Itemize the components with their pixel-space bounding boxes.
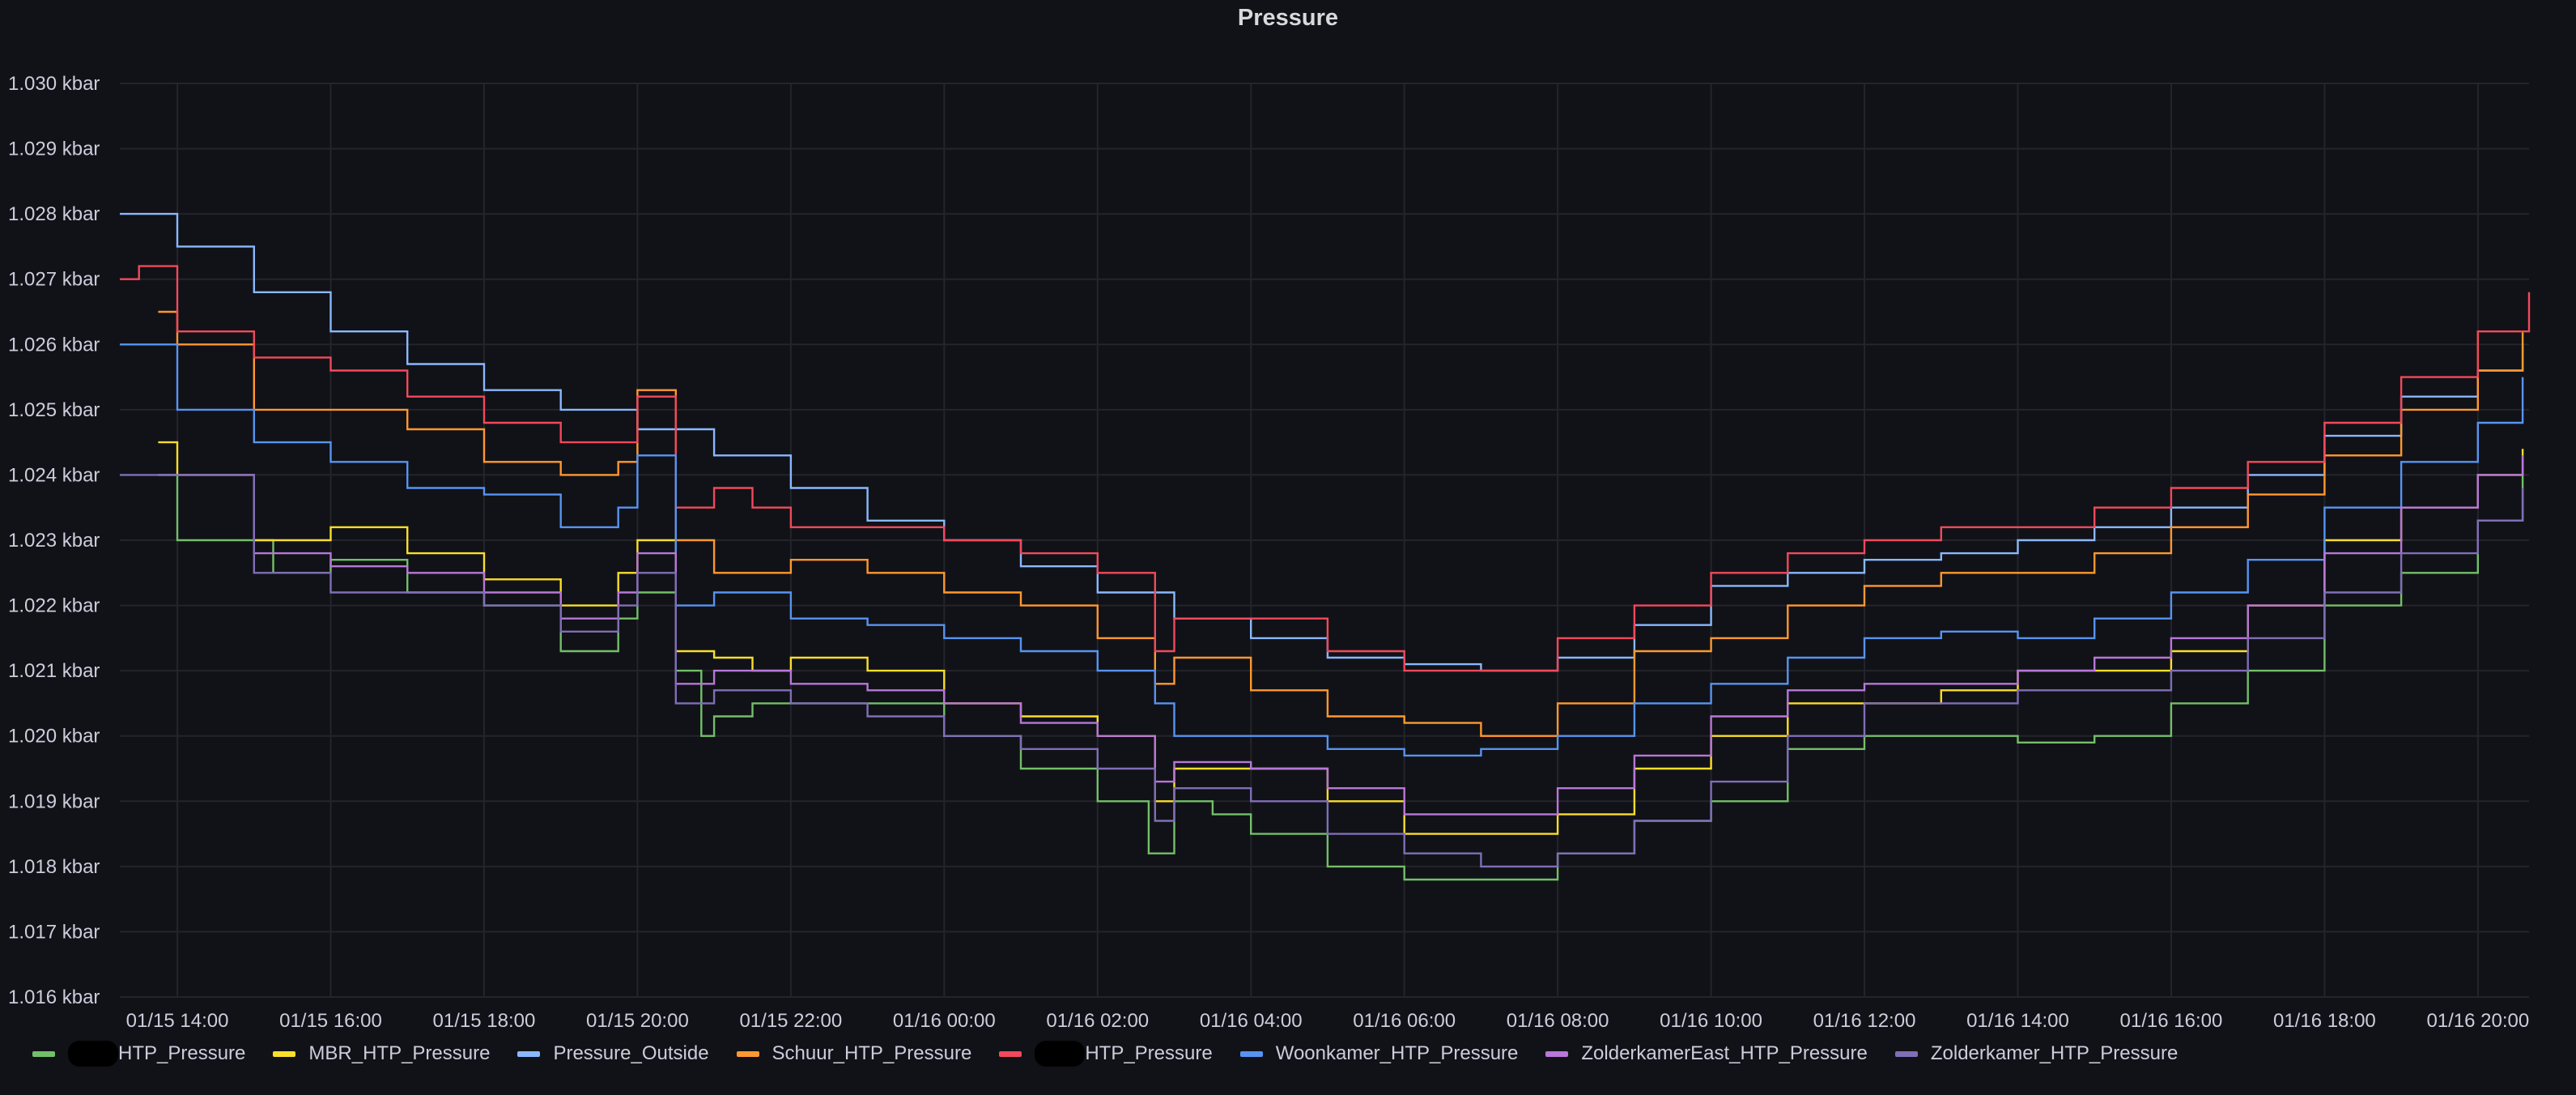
x-tick-label: 01/16 06:00	[1353, 1010, 1456, 1032]
x-tick-label: 01/15 16:00	[279, 1010, 382, 1032]
legend-swatch	[736, 1050, 759, 1057]
x-tick-label: 01/15 20:00	[586, 1010, 689, 1032]
legend-item[interactable]: Woonkamer_HTP_Pressure	[1239, 1042, 1519, 1065]
legend-swatch	[517, 1050, 541, 1057]
y-tick-label: 1.029 kbar	[8, 138, 100, 160]
y-tick-label: 1.026 kbar	[8, 334, 100, 356]
x-tick-label: 01/15 14:00	[126, 1010, 229, 1032]
legend-label: HTP_Pressure	[1085, 1042, 1213, 1064]
series-line-5[interactable]	[120, 343, 2524, 757]
legend-swatch	[999, 1050, 1022, 1057]
y-tick-label: 1.023 kbar	[8, 530, 100, 552]
legend-item[interactable]: HTP_Pressure	[999, 1041, 1213, 1067]
y-axis-ticks: 1.016 kbar 1.017 kbar 1.018 kbar 1.019 kbar…	[8, 73, 100, 1008]
legend-item[interactable]: ZolderkamerEast_HTP_Pressure	[1545, 1042, 1868, 1065]
series-line-2[interactable]	[120, 212, 2524, 672]
legend-label: Zolderkamer_HTP_Pressure	[1930, 1042, 2179, 1064]
series-line-3[interactable]	[158, 310, 2524, 737]
legend: HTP_Pressure MBR_HTP_Pressure Pressure_Out…	[32, 1039, 2205, 1068]
legend-label: HTP_Pressure	[118, 1042, 246, 1064]
legend-item[interactable]: MBR_HTP_Pressure	[273, 1042, 490, 1065]
y-tick-label: 1.027 kbar	[8, 269, 100, 291]
series-lines	[120, 212, 2531, 881]
legend-swatch	[1894, 1050, 1918, 1057]
legend-item[interactable]: Zolderkamer_HTP_Pressure	[1894, 1042, 2179, 1065]
legend-swatch	[273, 1050, 296, 1057]
x-tick-label: 01/16 08:00	[1507, 1010, 1609, 1032]
x-tick-label: 01/16 10:00	[1660, 1010, 1762, 1032]
y-tick-label: 1.020 kbar	[8, 726, 100, 748]
y-tick-label: 1.019 kbar	[8, 790, 100, 812]
legend-item[interactable]: Pressure_Outside	[517, 1042, 709, 1065]
x-tick-label: 01/16 00:00	[893, 1010, 996, 1032]
y-tick-label: 1.028 kbar	[8, 203, 100, 225]
pressure-panel: Pressure 1.016 kbar 1.017 kbar 1.018 kbar 1…	[0, 0, 2576, 1095]
legend-label: ZolderkamerEast_HTP_Pressure	[1581, 1042, 1868, 1064]
y-tick-label: 1.025 kbar	[8, 399, 100, 421]
y-tick-label: 1.022 kbar	[8, 595, 100, 617]
series-line-0[interactable]	[158, 474, 2524, 881]
legend-swatch	[1239, 1050, 1263, 1057]
series-line-1[interactable]	[158, 441, 2524, 835]
x-tick-label: 01/16 14:00	[1966, 1010, 2069, 1032]
legend-label: Pressure_Outside	[553, 1042, 709, 1064]
redacted-label-part	[1035, 1041, 1086, 1067]
x-tick-label: 01/16 04:00	[1200, 1010, 1303, 1032]
legend-item[interactable]: Schuur_HTP_Pressure	[736, 1042, 972, 1065]
x-tick-label: 01/15 18:00	[433, 1010, 536, 1032]
y-tick-label: 1.017 kbar	[8, 921, 100, 943]
x-tick-label: 01/16 16:00	[2120, 1010, 2223, 1032]
y-tick-label: 1.024 kbar	[8, 464, 100, 486]
legend-label: MBR_HTP_Pressure	[308, 1042, 491, 1064]
y-tick-label: 1.021 kbar	[8, 660, 100, 682]
x-tick-label: 01/16 18:00	[2273, 1010, 2376, 1032]
y-tick-label: 1.030 kbar	[8, 73, 100, 95]
x-tick-label: 01/16 02:00	[1046, 1010, 1149, 1032]
x-tick-label: 01/15 22:00	[739, 1010, 842, 1032]
y-tick-label: 1.018 kbar	[8, 856, 100, 878]
legend-item[interactable]: HTP_Pressure	[32, 1041, 245, 1067]
x-tick-label: 01/16 12:00	[1813, 1010, 1916, 1032]
pressure-line-chart[interactable]: 1.016 kbar 1.017 kbar 1.018 kbar 1.019 kbar…	[0, 0, 2576, 1037]
legend-swatch	[1545, 1050, 1569, 1057]
legend-swatch	[32, 1050, 55, 1057]
y-tick-label: 1.016 kbar	[8, 986, 100, 1008]
series-line-6[interactable]	[158, 455, 2524, 816]
legend-label: Woonkamer_HTP_Pressure	[1275, 1042, 1519, 1064]
redacted-label-part	[68, 1041, 118, 1067]
x-axis-ticks: 01/15 14:00 01/15 16:00 01/15 18:00 01/15 2…	[126, 1010, 2530, 1032]
grid-lines	[120, 83, 2529, 998]
legend-label: Schuur_HTP_Pressure	[772, 1042, 972, 1064]
x-tick-label: 01/16 20:00	[2426, 1010, 2529, 1032]
series-line-4[interactable]	[120, 265, 2531, 672]
